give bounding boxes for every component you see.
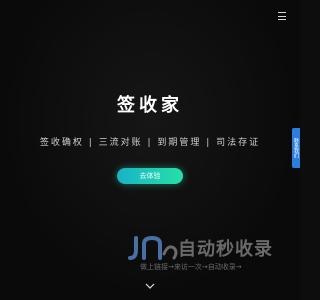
landing-page: 签收家 签收确权 | 三流对账 | 到期管理 | 司法存证 去体验 联系我们 自… [0,0,300,300]
watermark-subtitle: 做上链接→来访一次→自动收录→ [140,263,242,271]
watermark-logo [128,235,178,260]
contact-us-tab[interactable]: 联系我们 [292,128,300,168]
feature-tagline: 签收确权 | 三流对账 | 到期管理 | 司法存证 [39,138,261,148]
chevron-down-icon[interactable] [145,282,155,290]
page-title: 签收家 [117,95,183,116]
menu-line [278,19,286,20]
watermark-title: 自动秒收录 [178,239,273,260]
watermark-badge: 自动秒收录 做上链接→来访一次→自动收录→ [128,232,280,276]
menu-icon[interactable] [278,12,286,20]
menu-line [278,15,286,17]
menu-line [278,12,286,13]
try-now-button[interactable]: 去体验 [117,168,183,184]
